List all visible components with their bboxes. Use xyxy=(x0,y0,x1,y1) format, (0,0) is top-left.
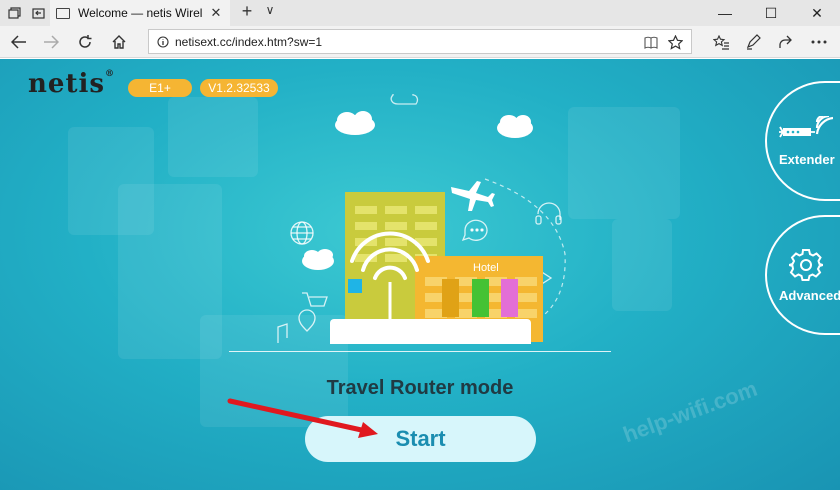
tab-list-button[interactable]: ∨ xyxy=(262,3,278,17)
book-icon xyxy=(644,36,658,49)
page-favicon-icon xyxy=(56,7,70,19)
globe-icon xyxy=(290,221,314,245)
back-arrow-icon xyxy=(11,35,26,49)
tab-preview-button[interactable] xyxy=(2,0,26,26)
router-led-blue xyxy=(348,279,362,293)
chat-bubble-icon xyxy=(461,219,488,242)
close-window-button[interactable]: ✕ xyxy=(794,0,840,26)
cloud-icon xyxy=(302,249,334,270)
background-tile xyxy=(612,219,672,311)
background-tile xyxy=(168,97,258,177)
address-bar[interactable]: netisext.cc/index.htm?sw=1 xyxy=(148,29,692,54)
travel-router-illustration: Hotel xyxy=(277,94,566,344)
set-aside-tabs-icon xyxy=(31,7,45,19)
router-port-pink xyxy=(501,279,518,317)
forward-arrow-icon xyxy=(44,35,59,49)
location-pin-icon xyxy=(298,309,316,332)
url-text: netisext.cc/index.htm?sw=1 xyxy=(175,34,323,49)
logo-text: netis xyxy=(28,69,105,99)
cloud-outline-icon xyxy=(390,94,419,105)
tab-preview-icon xyxy=(7,6,21,19)
netis-logo: netis® xyxy=(28,69,115,99)
home-button[interactable] xyxy=(104,29,134,55)
router-setup-page: netis® E1+ V1.2.32533 Hotel Travel Route… xyxy=(0,59,840,490)
more-button[interactable] xyxy=(804,29,834,55)
maximize-button[interactable]: ☐ xyxy=(748,0,794,26)
advanced-label: Advanced xyxy=(779,287,840,303)
refresh-icon xyxy=(79,35,92,48)
advanced-settings-button[interactable]: Advanced xyxy=(765,215,840,335)
pen-icon xyxy=(746,34,761,50)
site-watermark: help-wifi.com xyxy=(619,375,761,448)
music-note-icon xyxy=(277,323,288,343)
headphones-icon xyxy=(535,202,562,225)
extender-router-icon xyxy=(779,115,833,137)
favorites-hub-button[interactable] xyxy=(706,29,736,55)
share-icon xyxy=(779,35,792,48)
gear-icon xyxy=(789,248,823,281)
tab-back-button[interactable] xyxy=(26,0,50,26)
router-port-orange xyxy=(442,279,459,317)
home-icon xyxy=(112,35,126,49)
info-icon xyxy=(157,35,169,48)
cloud-icon xyxy=(335,111,375,135)
reading-view-button[interactable] xyxy=(641,32,661,52)
red-arrow-annotation xyxy=(227,398,378,438)
airplane-icon xyxy=(451,181,495,211)
shopping-cart-icon xyxy=(302,292,328,307)
router-device xyxy=(330,319,531,344)
extender-mode-button[interactable]: Extender xyxy=(765,81,840,201)
refresh-button[interactable] xyxy=(70,29,100,55)
tab-close-button[interactable]: ✕ xyxy=(208,5,224,21)
model-badge: E1+ xyxy=(128,79,192,97)
navigation-bar: netisext.cc/index.htm?sw=1 xyxy=(0,26,840,58)
router-port-green xyxy=(472,279,489,317)
new-tab-button[interactable]: + xyxy=(236,1,258,22)
extender-label: Extender xyxy=(779,151,835,167)
section-divider xyxy=(229,351,611,352)
cloud-icon xyxy=(497,115,533,138)
tab-title: Welcome — netis Wirel xyxy=(78,6,203,20)
forward-button[interactable] xyxy=(36,29,66,55)
star-icon xyxy=(667,34,683,50)
browser-tab[interactable]: Welcome — netis Wirel ✕ xyxy=(50,0,230,26)
share-button[interactable] xyxy=(770,29,800,55)
registered-mark: ® xyxy=(104,69,115,79)
minimize-button[interactable]: — xyxy=(702,0,748,26)
back-button[interactable] xyxy=(4,29,34,55)
favorite-button[interactable] xyxy=(665,32,685,52)
favorites-list-icon xyxy=(712,34,729,50)
tab-bar: Welcome — netis Wirel ✕ + ∨ — ☐ ✕ xyxy=(0,0,840,26)
hotel-sign: Hotel xyxy=(473,262,499,274)
more-dots-icon xyxy=(811,40,827,44)
notes-button[interactable] xyxy=(738,29,768,55)
